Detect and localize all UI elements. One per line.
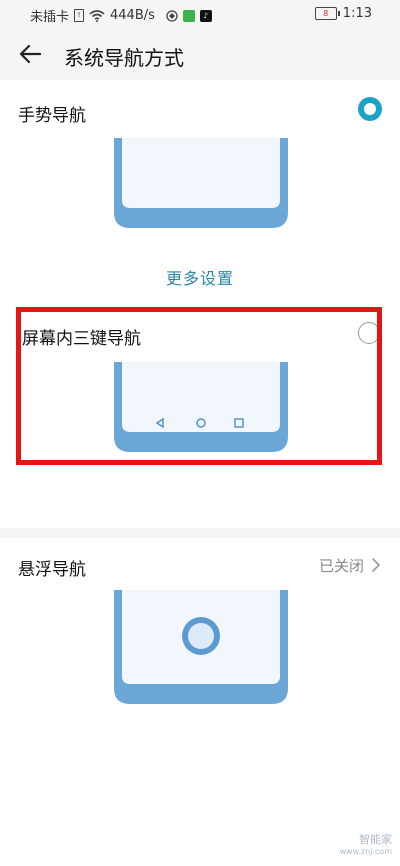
battery-level: 8 <box>323 9 329 18</box>
status-right: 8 1:13 <box>314 6 372 21</box>
wifi-icon <box>89 9 105 22</box>
sim-icon: ! <box>74 9 85 22</box>
floating-navigation-label[interactable]: 悬浮导航 <box>18 555 86 580</box>
browser-icon <box>166 9 178 22</box>
back-arrow-icon[interactable] <box>16 40 44 68</box>
network-speed: 444B/s <box>110 8 155 23</box>
app-badge-icon <box>182 9 195 22</box>
more-settings-link[interactable]: 更多设置 <box>0 265 400 289</box>
status-bar: 未插卡 ! 444B/s ♪ 8 1:13 <box>0 0 400 28</box>
floating-navigation-status[interactable]: 已关闭 <box>319 555 364 576</box>
gesture-navigation-preview <box>114 138 288 228</box>
clock: 1:13 <box>342 6 372 21</box>
floating-navigation-preview <box>114 590 288 704</box>
app-header: 系统导航方式 <box>0 28 400 80</box>
status-left: 未插卡 ! 444B/s ♪ <box>30 6 212 25</box>
tiktok-icon: ♪ <box>199 9 212 22</box>
chevron-right-icon[interactable] <box>370 556 382 574</box>
watermark-url: www.znj.com <box>339 847 392 856</box>
page-title: 系统导航方式 <box>64 46 184 70</box>
highlight-box <box>16 307 382 465</box>
carrier-text: 未插卡 <box>30 10 70 25</box>
gesture-navigation-radio-selected-icon[interactable] <box>358 97 382 121</box>
gesture-navigation-label[interactable]: 手势导航 <box>18 101 86 126</box>
watermark-title: 智能家 <box>359 833 392 846</box>
battery-icon: 8 <box>314 7 340 20</box>
watermark: 智能家 www.znj.com <box>339 834 392 858</box>
